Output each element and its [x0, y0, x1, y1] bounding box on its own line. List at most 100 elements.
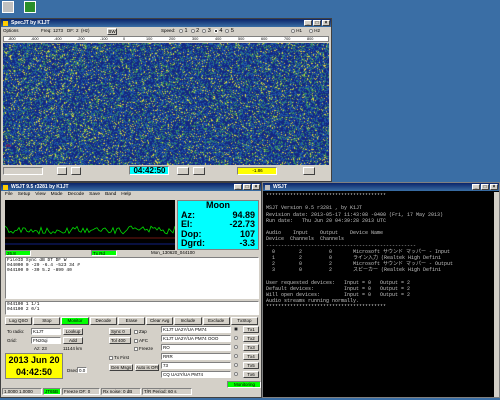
tx-button[interactable]: Tx6	[243, 371, 259, 378]
decoded-text-area[interactable]: FileID Sync dB DT DF W 044000 0 -29 -6.4…	[5, 257, 259, 299]
minimize-button[interactable]: _	[234, 184, 242, 190]
console-output[interactable]: ****************************************…	[266, 193, 494, 393]
tx-row: K1JT UA2Y/UA PM74 OOO Tx2	[161, 335, 261, 343]
tx-message-input[interactable]: RRR	[161, 353, 231, 360]
status-field: JT65B	[43, 388, 61, 395]
tx-button[interactable]: Tx2	[243, 335, 259, 342]
close-button[interactable]: ×	[252, 184, 260, 190]
log-qso-button[interactable]: Log QSO	[5, 317, 33, 325]
tx-select-radio[interactable]	[234, 354, 238, 358]
tx-select-radio[interactable]	[234, 327, 238, 331]
scale-tick: -200	[77, 37, 85, 41]
tx-button[interactable]: Tx3	[243, 344, 259, 351]
txstop-button[interactable]: TxStop	[230, 317, 258, 325]
gen-msgs-button[interactable]: Gen Msgs	[109, 364, 133, 371]
speed-radio-4[interactable]: 4	[213, 28, 222, 34]
menu-help[interactable]: Help	[121, 192, 131, 197]
zap-checkbox[interactable]: Zap	[134, 329, 147, 334]
exclude-button[interactable]: Exclude	[202, 317, 230, 325]
status-bar: 1.0000 1.0000 JT65B Freeze DF: 0 Rx noise: …	[2, 388, 262, 396]
wsjt-titlebar[interactable]: WSJT 9.5 r3281 by K1JT _ □ ×	[1, 183, 261, 191]
maximize-button[interactable]: □	[313, 20, 321, 26]
maximize-button[interactable]: □	[243, 184, 251, 190]
desktop-icon-recycle[interactable]	[2, 1, 14, 13]
console-scrollbar[interactable]	[494, 192, 499, 397]
maximize-button[interactable]: □	[481, 184, 489, 190]
speed-radio-5[interactable]: 5	[225, 28, 234, 34]
menu-mode[interactable]: Mode	[51, 192, 63, 197]
tx-select-radio[interactable]	[234, 372, 238, 376]
desktop-icon-app[interactable]	[24, 1, 36, 13]
tol-spinner[interactable]: Tol 400	[109, 337, 131, 344]
tx-select-radio[interactable]	[234, 363, 238, 367]
erase-button[interactable]: Erase	[117, 317, 146, 325]
dsec-value[interactable]: 0.0	[77, 367, 87, 373]
date-time-panel: 2013 Jun 20 04:42:50	[5, 353, 63, 379]
h1-radio[interactable]: H1	[291, 28, 302, 33]
tx-select-radio[interactable]	[234, 336, 238, 340]
menu-band[interactable]: Band	[105, 192, 116, 197]
console-titlebar[interactable]: WSJT _ □ ×	[263, 183, 499, 191]
specjt-button-b[interactable]	[193, 167, 205, 175]
sync-spinner[interactable]: Sync 0	[109, 328, 131, 335]
tx-button[interactable]: Tx5	[243, 362, 259, 369]
minimize-button[interactable]: _	[304, 20, 312, 26]
speed-radio-1[interactable]: 1	[179, 28, 188, 34]
afc-checkbox[interactable]: AFC	[134, 338, 148, 343]
specjt-scroll-right[interactable]	[71, 167, 81, 175]
scale-tick: 800	[307, 37, 314, 41]
tx-message-input[interactable]: CQ UA2Y/UA PM74	[161, 371, 231, 378]
add-button[interactable]: Add	[63, 337, 83, 344]
menu-setup[interactable]: Setup	[18, 192, 31, 197]
tx-message-input[interactable]: 73	[161, 362, 231, 369]
h2-radio[interactable]: H2	[309, 28, 320, 33]
minimize-button[interactable]: _	[472, 184, 480, 190]
close-button[interactable]: ×	[322, 20, 330, 26]
menu-file[interactable]: File	[5, 192, 13, 197]
df-label: DF:	[67, 28, 75, 33]
close-button[interactable]: ×	[490, 184, 498, 190]
tx-first-checkbox[interactable]: Tx First	[109, 355, 129, 360]
stop-button[interactable]: Stop	[33, 317, 61, 325]
auto-off-button[interactable]: Auto is OFF	[135, 364, 159, 371]
signal-plot	[5, 200, 175, 250]
speed-radio-2[interactable]: 2	[190, 28, 199, 34]
options-menu[interactable]: Options	[3, 28, 19, 33]
to-radio-label: To radio:	[7, 329, 25, 334]
clear-avg-button[interactable]: Clear Avg	[146, 317, 174, 325]
specjt-button-c[interactable]	[303, 167, 315, 175]
bw-button[interactable]: BW	[107, 28, 117, 35]
tx-message-list: K1JT UA2Y/UA PM74 Tx1 K1JT UA2Y/UA PM74 OO…	[161, 326, 261, 388]
include-button[interactable]: Include	[174, 317, 202, 325]
waterfall-display[interactable]	[3, 43, 329, 165]
decode-button[interactable]: Decode	[89, 317, 117, 325]
to-radio-input[interactable]: K1JT	[31, 328, 61, 335]
scale-tick: -800	[8, 37, 16, 41]
speed-radio-3[interactable]: 3	[202, 28, 211, 34]
specjt-button-a[interactable]	[177, 167, 189, 175]
menu-save[interactable]: Save	[89, 192, 100, 197]
freeze-checkbox[interactable]: Freeze	[134, 346, 153, 351]
tx-button[interactable]: Tx4	[243, 353, 259, 360]
specjt-titlebar[interactable]: SpecJT by K1JT _ □ ×	[1, 19, 331, 27]
specjt-time: 04:42:50	[129, 166, 169, 175]
tx-button[interactable]: Tx1	[243, 326, 259, 333]
df-value: 2	[76, 28, 79, 33]
average-text-area[interactable]: 044100 1 1/1 044100 2 0/1	[5, 301, 259, 315]
tx-select-radio[interactable]	[234, 345, 238, 349]
hz-label: (Hz)	[81, 28, 90, 33]
tx-message-input[interactable]: RO	[161, 344, 231, 351]
console-line: ****************************************	[266, 304, 387, 311]
tx-message-input[interactable]: K1JT UA2Y/UA PM74	[161, 326, 231, 333]
freq-label: Freq:	[41, 28, 52, 33]
specjt-scroll-left[interactable]	[57, 167, 67, 175]
lookup-button[interactable]: Lookup	[63, 328, 83, 335]
monitor-button[interactable]: Monitor	[61, 317, 89, 325]
menu-decode[interactable]: Decode	[68, 192, 85, 197]
tx-message-input[interactable]: K1JT UA2Y/UA PM74 OOO	[161, 335, 231, 342]
monitoring-indicator: Monitoring	[227, 381, 261, 388]
menu-view[interactable]: View	[35, 192, 45, 197]
file-name: Mon_130620_044100	[151, 250, 195, 255]
grid-label: Grid:	[7, 338, 17, 343]
grid-input[interactable]: FN20qi	[31, 337, 61, 344]
